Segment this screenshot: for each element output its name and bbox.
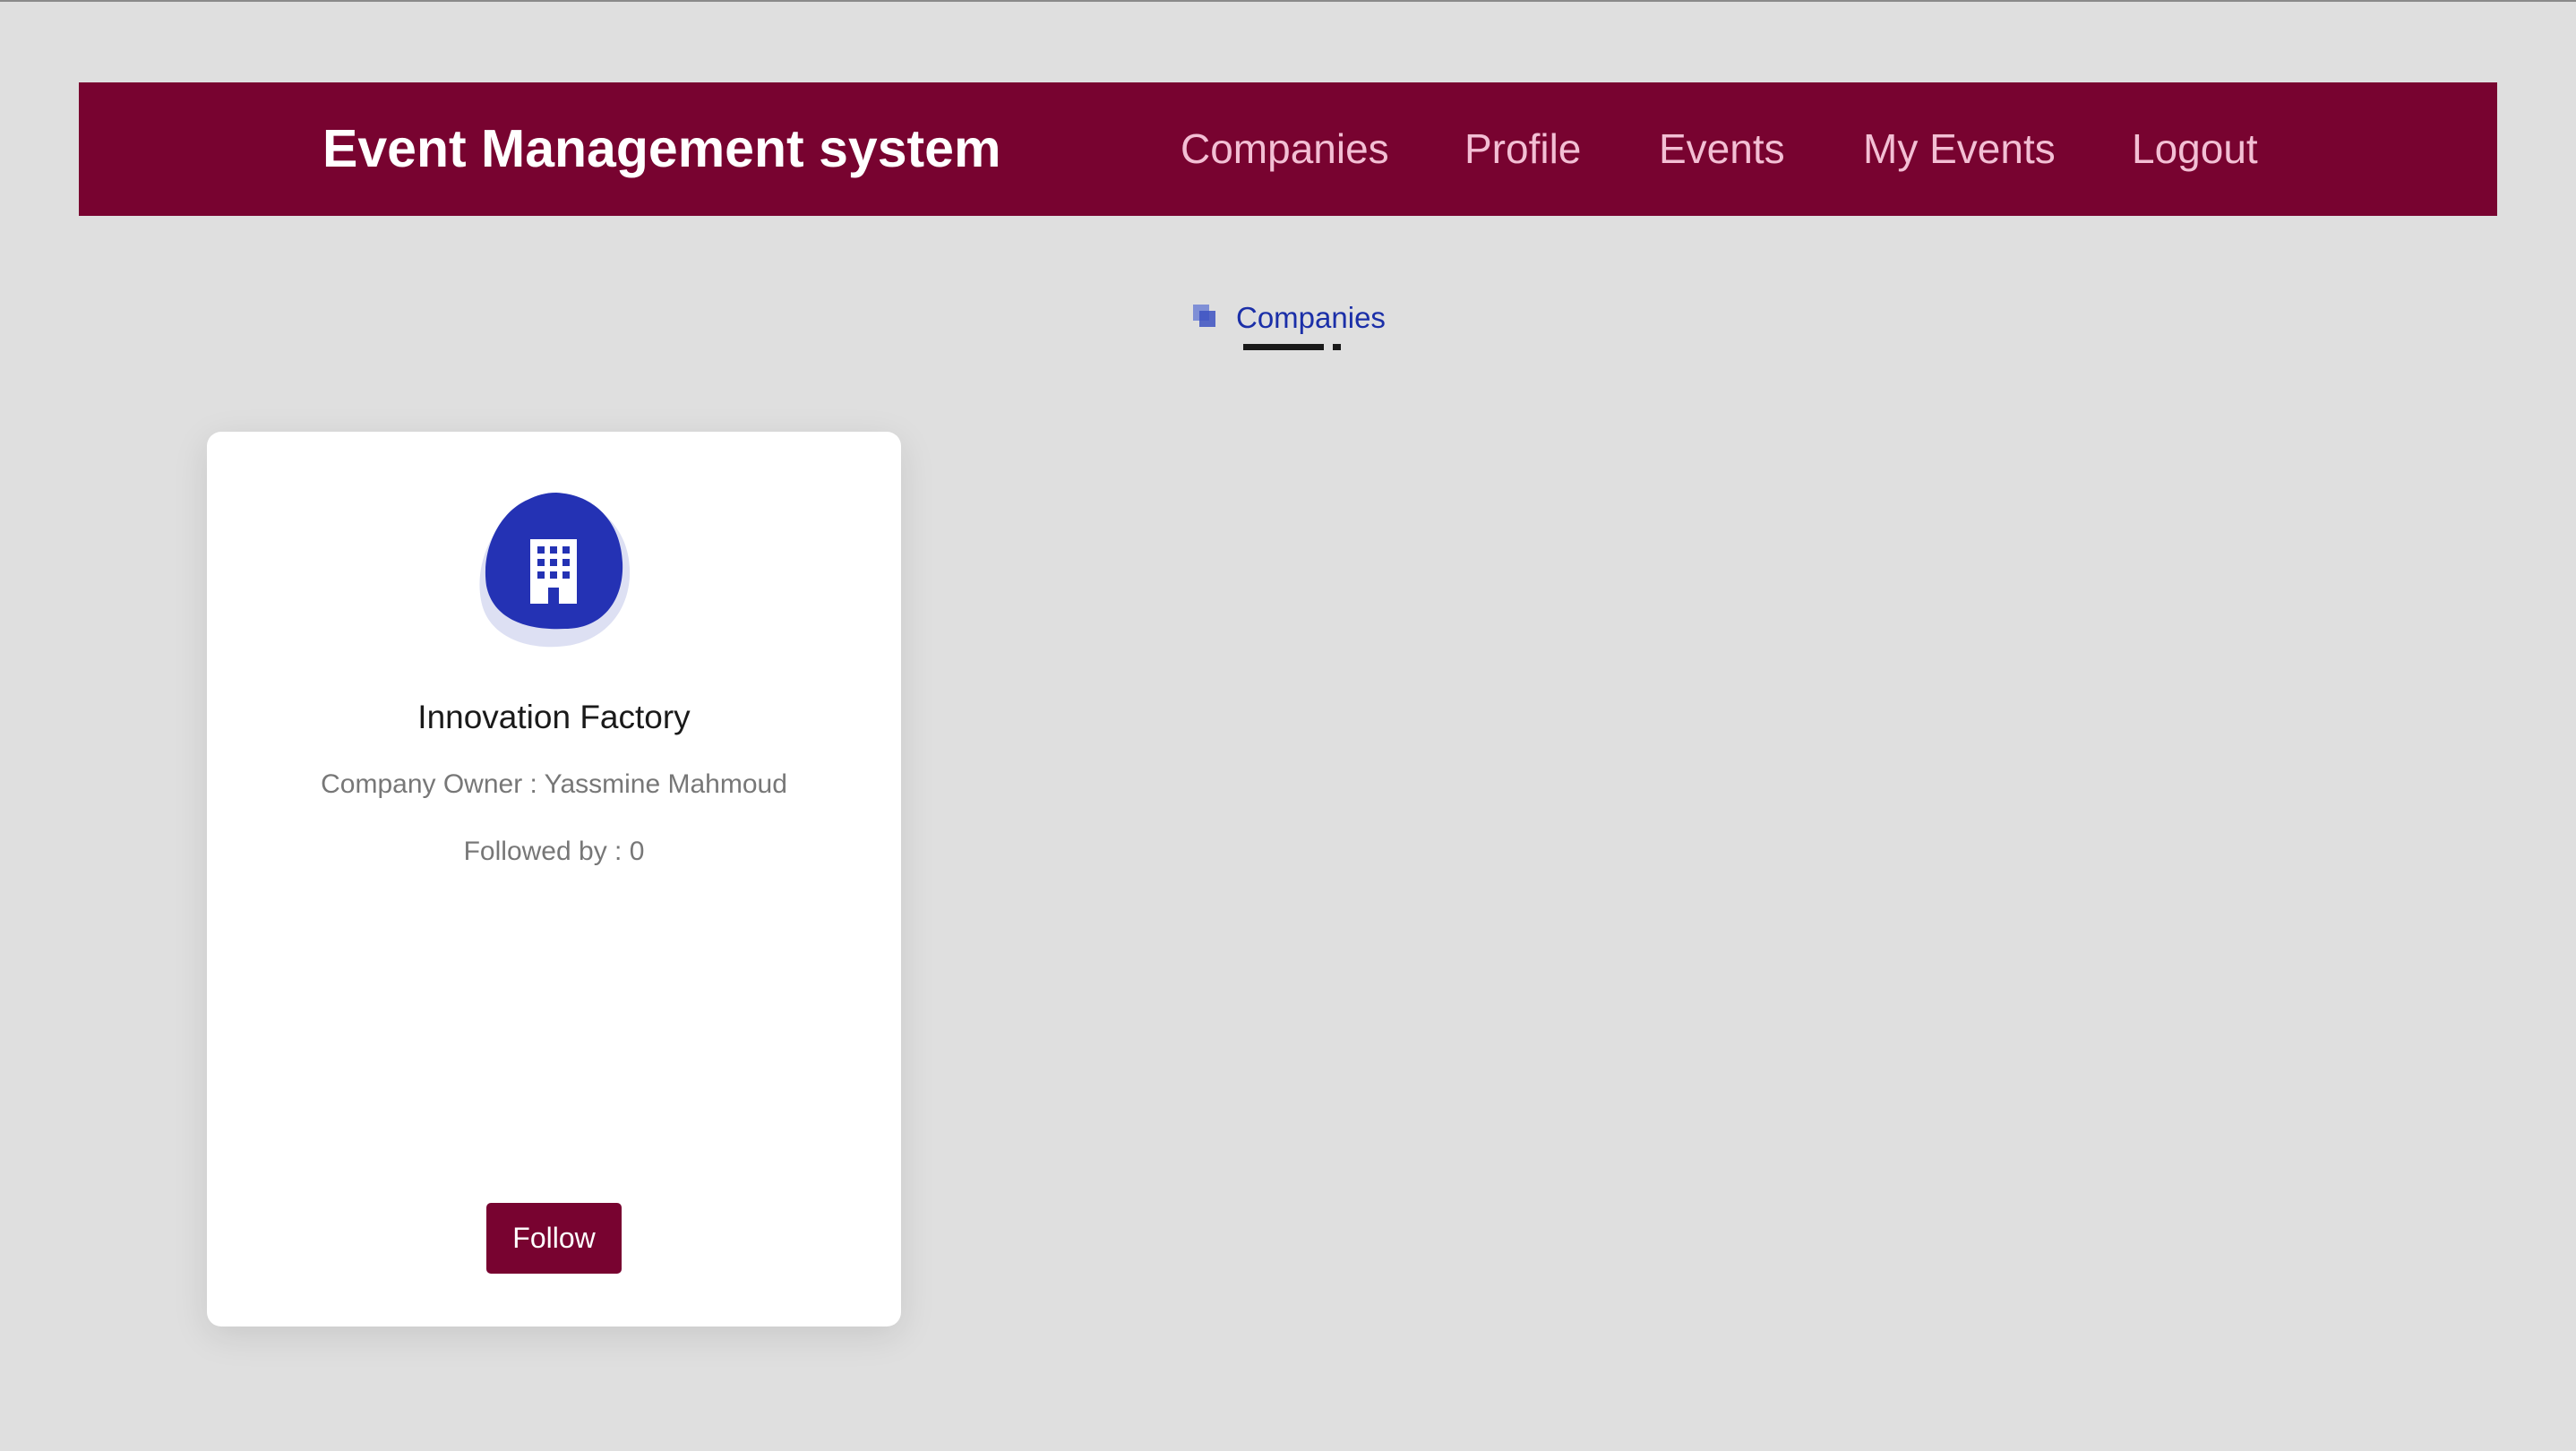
section-title: Companies [1236,301,1386,334]
follow-button[interactable]: Follow [486,1203,622,1274]
stacked-squares-icon [1193,305,1215,327]
nav-link-my-events[interactable]: My Events [1863,82,2056,216]
nav-link-logout[interactable]: Logout [2132,82,2258,216]
company-name: Innovation Factory [417,699,691,735]
nav-link-companies[interactable]: Companies [1181,82,1389,216]
brand-title: Event Management system [322,119,1001,178]
title-underline [1243,344,1324,350]
company-card: Innovation Factory Company Owner : Yassm… [207,432,901,1327]
window-top-border [0,0,2576,2]
nav-link-profile[interactable]: Profile [1464,82,1581,216]
title-underline-dot [1333,344,1341,350]
followers-count: Followed by : 0 [463,837,645,866]
navbar: Event Management system Companies Profil… [79,82,2497,216]
company-owner: Company Owner : Yassmine Mahmoud [321,769,787,799]
building-icon [479,493,631,648]
nav-link-events[interactable]: Events [1659,82,1785,216]
